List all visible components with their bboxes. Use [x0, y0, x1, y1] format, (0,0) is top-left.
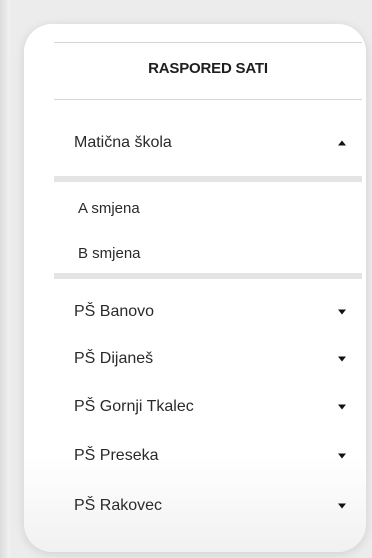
caret-down-icon — [338, 356, 346, 362]
branch-label: PŠ Gornji Tkalec — [74, 398, 194, 415]
caret-down-icon — [338, 309, 346, 315]
branch-label: PŠ Dijaneš — [74, 350, 154, 367]
shift-a-link[interactable]: A smjena — [78, 200, 140, 217]
main-school-label: Matična škola — [74, 134, 172, 151]
main-school-submenu: A smjena B smjena — [54, 176, 362, 279]
menu-title: RASPORED SATI — [148, 60, 268, 77]
left-edge-strip — [0, 0, 10, 558]
caret-down-icon — [338, 503, 346, 509]
branch-label: PŠ Rakovec — [74, 497, 163, 514]
caret-up-icon — [338, 140, 346, 146]
main-school-toggle[interactable]: Matična škola — [54, 119, 362, 167]
caret-down-icon — [338, 404, 346, 410]
branch-label: PŠ Preseka — [74, 447, 159, 464]
branch-dijanes-toggle[interactable]: PŠ Dijaneš — [54, 335, 362, 383]
branch-banovo-toggle[interactable]: PŠ Banovo — [54, 288, 362, 336]
schedule-menu-card: RASPORED SATI Matična škola A smjena B s… — [24, 24, 366, 552]
branch-preseka-toggle[interactable]: PŠ Preseka — [54, 432, 362, 480]
branch-rakovec-toggle[interactable]: PŠ Rakovec — [54, 482, 362, 530]
shift-b-link[interactable]: B smjena — [78, 245, 141, 262]
caret-down-icon — [338, 453, 346, 459]
top-divider — [54, 42, 362, 43]
title-divider — [54, 99, 362, 100]
branch-label: PŠ Banovo — [74, 303, 155, 320]
branch-gornji-tkalec-toggle[interactable]: PŠ Gornji Tkalec — [54, 383, 362, 431]
